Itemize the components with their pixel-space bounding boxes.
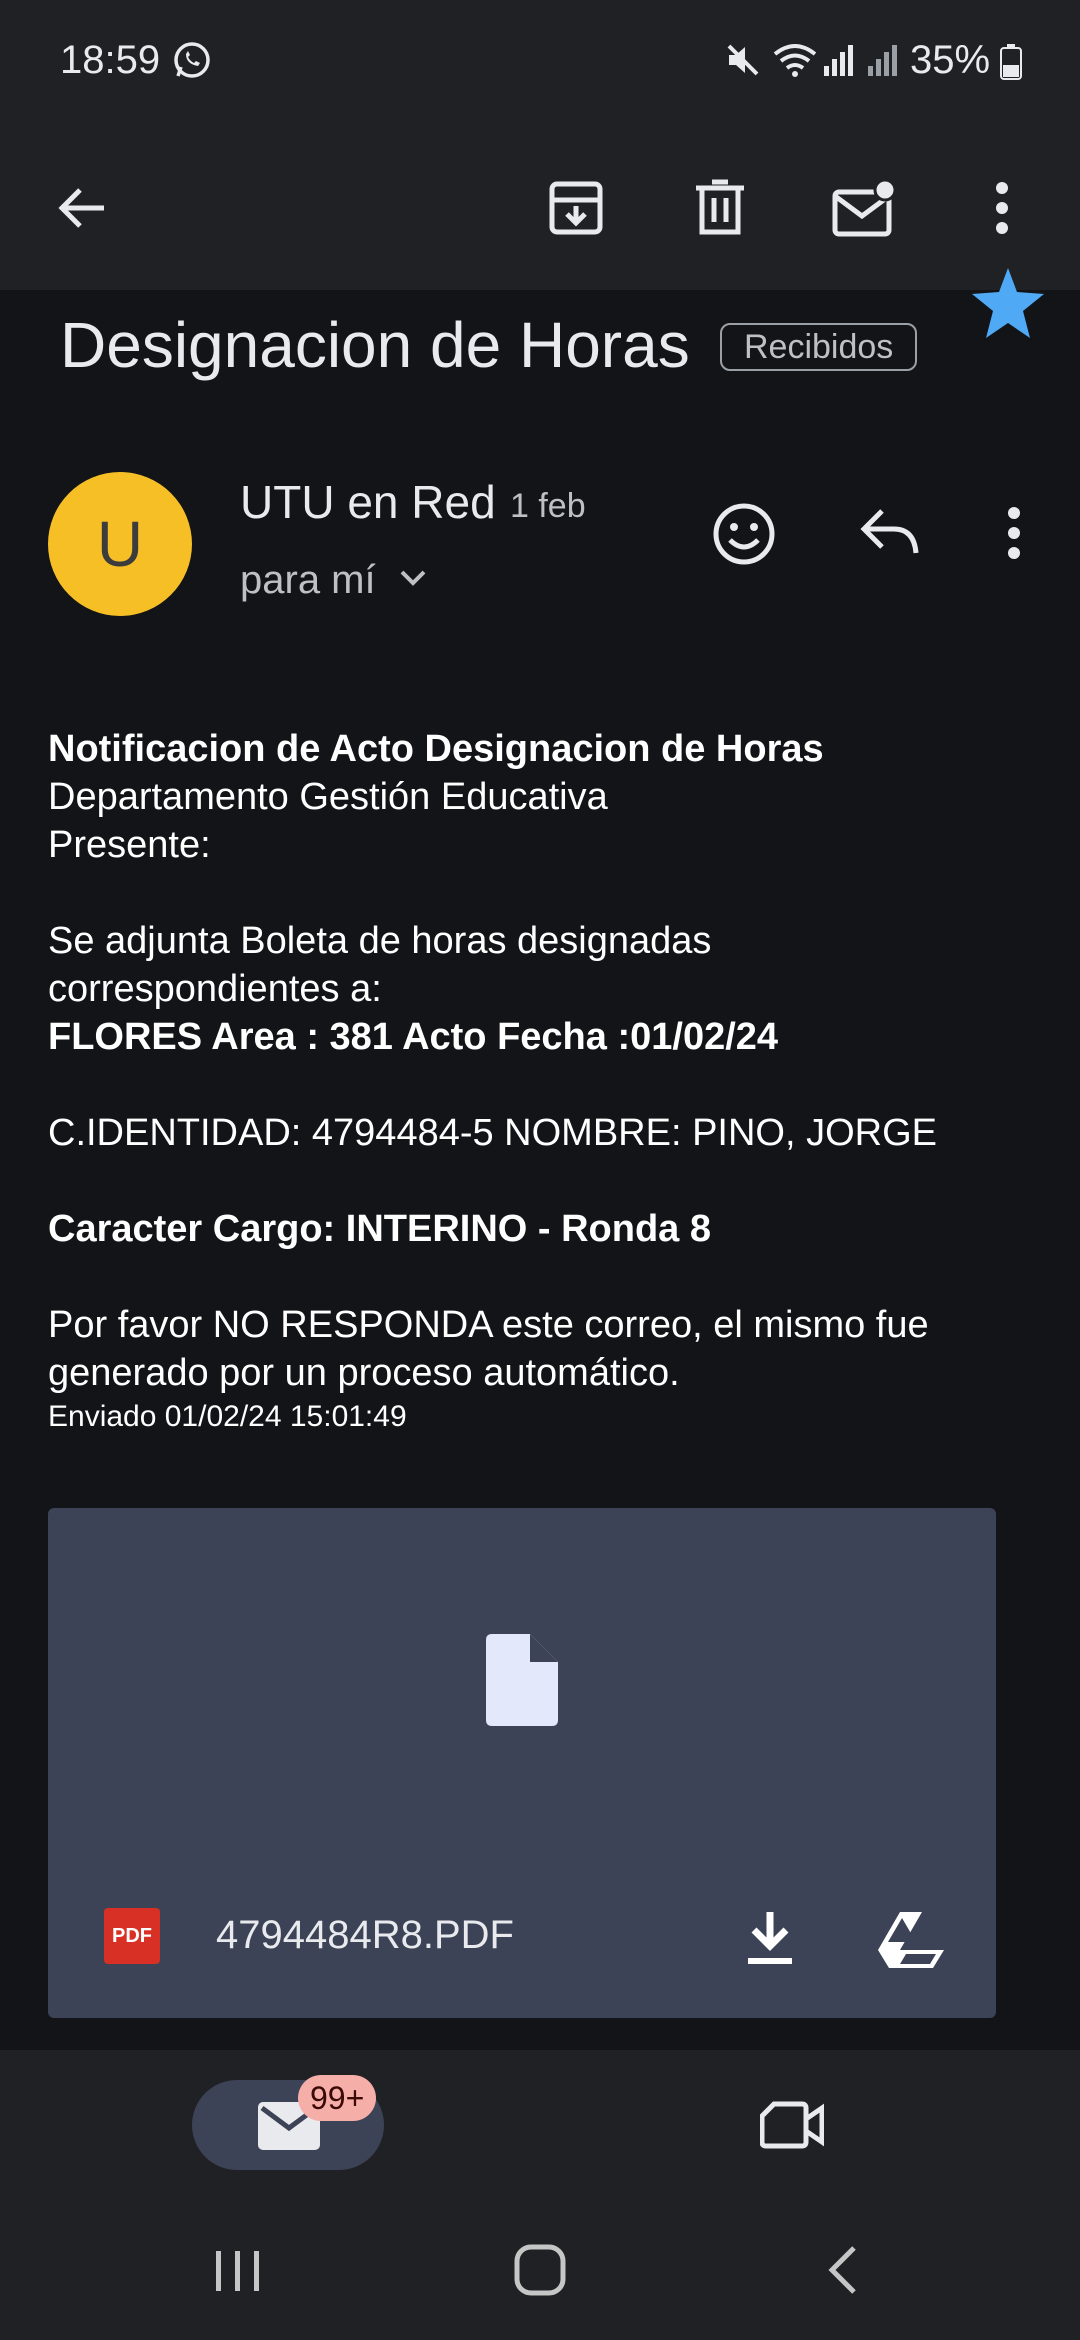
battery-icon	[1000, 44, 1022, 85]
mute-icon	[725, 42, 761, 83]
bottom-navigation: 99+	[0, 2050, 1080, 2200]
video-camera-icon	[759, 2101, 825, 2149]
body-presente: Presente:	[48, 824, 211, 866]
status-time: 18:59	[60, 38, 161, 82]
body-heading: Notificacion de Acto Designacion de Hora…	[48, 728, 824, 770]
recipient-label: para mí	[240, 557, 376, 602]
more-vert-icon[interactable]	[962, 168, 1042, 248]
download-icon[interactable]	[744, 1910, 796, 1971]
signal-icon	[822, 42, 858, 83]
body-notice: Por favor NO RESPONDA este correo, el mi…	[48, 1304, 929, 1346]
email-toolbar	[0, 125, 1080, 290]
body-id-line: C.IDENTIDAD: 4794484-5 NOMBRE: PINO, JOR…	[48, 1112, 938, 1154]
chevron-down-icon	[398, 568, 428, 593]
system-back-icon[interactable]	[826, 2244, 860, 2301]
inbox-label-chip[interactable]: Recibidos	[720, 323, 918, 371]
pdf-type-label: PDF	[112, 1924, 152, 1947]
react-emoji-icon[interactable]	[712, 502, 776, 571]
recent-apps-icon[interactable]	[214, 2247, 262, 2300]
email-date: 1 feb	[510, 487, 586, 525]
body-area-line: FLORES Area : 381 Acto Fecha :01/02/24	[48, 1016, 779, 1058]
nav-meet-tab[interactable]	[759, 2100, 825, 2155]
body-cargo-line: Caracter Cargo: INTERINO - Ronda 8	[48, 1208, 711, 1250]
wifi-icon	[772, 42, 818, 83]
attachment-card[interactable]: PDF 4794484R8.PDF	[48, 1508, 996, 2018]
archive-icon[interactable]	[536, 168, 616, 248]
email-subject: Designacion de Horas	[60, 309, 690, 381]
back-arrow-icon[interactable]	[42, 168, 122, 248]
attachment-filename: 4794484R8.PDF	[216, 1913, 514, 1957]
sender-avatar[interactable]: U	[48, 472, 192, 616]
message-more-icon[interactable]	[1006, 505, 1022, 566]
reply-icon[interactable]	[858, 505, 920, 566]
body-notice: generado por un proceso automático.	[48, 1352, 680, 1394]
file-preview-icon	[486, 1634, 558, 1731]
whatsapp-icon	[172, 40, 212, 85]
body-intro: Se adjunta Boleta de horas designadas	[48, 920, 712, 962]
pdf-type-icon: PDF	[104, 1908, 160, 1964]
system-navigation-bar	[0, 2200, 1080, 2340]
unread-count-badge: 99+	[298, 2075, 377, 2121]
body-intro: correspondientes a:	[48, 968, 382, 1010]
star-icon[interactable]	[972, 268, 1044, 345]
body-department: Departamento Gestión Educativa	[48, 776, 608, 818]
delete-icon[interactable]	[680, 168, 760, 248]
signal-icon	[866, 42, 902, 83]
home-icon[interactable]	[514, 2244, 566, 2301]
save-to-drive-icon[interactable]	[878, 1910, 944, 1973]
recipient-toggle[interactable]: para mí	[240, 555, 428, 605]
status-bar: 18:59 35%	[0, 0, 1080, 125]
email-body: Notificacion de Acto Designacion de Hora…	[48, 725, 1048, 1445]
sender-name: UTU en Red	[240, 476, 496, 528]
body-sent-timestamp: Enviado 01/02/24 15:01:49	[48, 1400, 407, 1433]
mark-unread-icon[interactable]	[824, 168, 904, 248]
battery-percentage: 35%	[910, 38, 991, 82]
